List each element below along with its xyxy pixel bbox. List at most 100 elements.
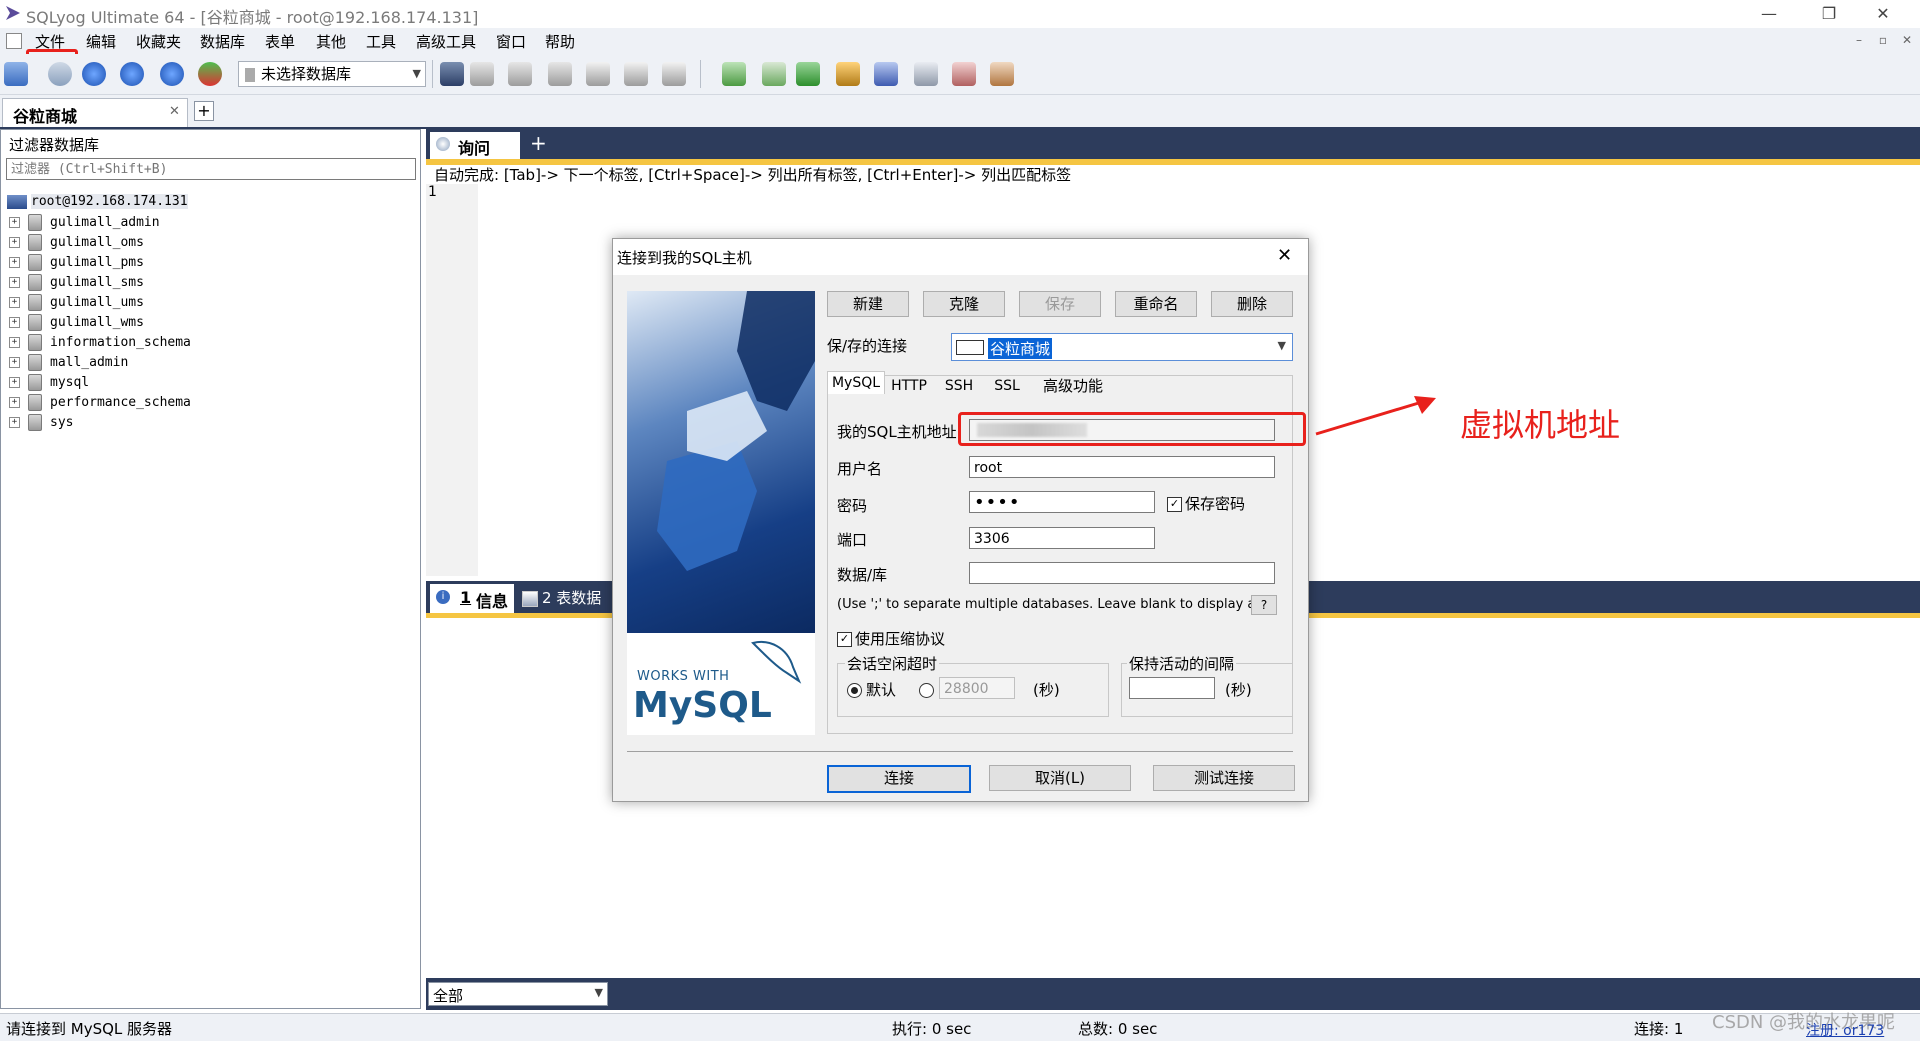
menu-other[interactable]: 其他 (316, 31, 346, 52)
expand-icon[interactable]: + (9, 357, 20, 368)
result-tab-info[interactable]: i 1 信息 (430, 584, 514, 613)
database-select[interactable]: 未选择数据库 ▼ (238, 61, 426, 87)
database-input[interactable] (969, 562, 1275, 584)
tree-root-server[interactable]: root@192.168.174.131 (7, 194, 188, 214)
connection-tab[interactable]: 谷粒商城 ✕ (2, 98, 188, 127)
host-label: 我的SQL主机地址 (837, 423, 957, 441)
expand-icon[interactable]: + (9, 337, 20, 348)
sync-icon[interactable] (796, 62, 820, 86)
add-connection-tab-button[interactable]: + (194, 101, 214, 121)
menu-favorites[interactable]: 收藏夹 (136, 31, 181, 52)
menu-tools[interactable]: 工具 (366, 31, 396, 52)
tab-ssh[interactable]: SSH (935, 375, 983, 397)
connect-button[interactable]: 连接 (827, 765, 971, 793)
expand-icon[interactable]: + (9, 417, 20, 428)
save-password-checkbox[interactable]: ✓ 保存密码 (1167, 493, 1245, 514)
tab-http[interactable]: HTTP (885, 375, 933, 397)
export-icon[interactable] (762, 62, 786, 86)
dolphin-icon (751, 641, 802, 684)
tree-database-item[interactable]: + gulimall_wms (9, 314, 144, 334)
username-input[interactable]: root (969, 456, 1275, 478)
tree-database-item[interactable]: + mall_admin (9, 354, 128, 374)
refresh-icon[interactable] (160, 62, 184, 86)
document-icon[interactable] (6, 33, 22, 49)
test-connection-button[interactable]: 测试连接 (1153, 765, 1295, 791)
tab-mysql[interactable]: MySQL (827, 371, 885, 394)
delete-connection-button[interactable]: 删除 (1211, 291, 1293, 317)
execute-all-icon[interactable] (120, 62, 144, 86)
cancel-button[interactable]: 取消(L) (989, 765, 1131, 791)
tree-database-item[interactable]: + sys (9, 414, 73, 434)
registration-link[interactable]: 注册: or173 (1806, 1020, 1884, 1040)
create-database-icon[interactable] (470, 62, 494, 86)
expand-icon[interactable]: + (9, 397, 20, 408)
restore-button[interactable]: ❐ (1806, 2, 1852, 26)
expand-icon[interactable]: + (9, 277, 20, 288)
result-tab-table-data[interactable]: 2 表数据 (522, 587, 601, 608)
tree-database-item[interactable]: + gulimall_pms (9, 254, 144, 274)
tree-database-item[interactable]: + performance_schema (9, 394, 191, 414)
result-filter-select[interactable]: 全部 ▼ (428, 982, 608, 1006)
add-query-tab-button[interactable]: + (530, 131, 547, 155)
menu-edit[interactable]: 编辑 (86, 31, 116, 52)
monitor-icon[interactable] (914, 62, 938, 86)
schema-sync-icon[interactable] (990, 62, 1014, 86)
timeout-input[interactable]: 28800 (939, 677, 1015, 699)
table-icon[interactable] (586, 62, 610, 86)
tree-database-item[interactable]: + gulimall_oms (9, 234, 144, 254)
schema-designer-icon[interactable] (198, 62, 222, 86)
compress-checkbox[interactable]: ✓ 使用压缩协议 (837, 628, 945, 649)
saved-connection-select[interactable]: 谷粒商城 ▼ (951, 333, 1293, 361)
menu-database[interactable]: 数据库 (200, 31, 245, 52)
mdi-restore-button[interactable]: ▫ (1874, 32, 1892, 48)
new-connection-icon[interactable] (4, 62, 28, 86)
table-schema-icon[interactable] (662, 62, 686, 86)
table-data-icon[interactable] (624, 62, 648, 86)
menu-table[interactable]: 表单 (265, 31, 295, 52)
close-tab-icon[interactable]: ✕ (169, 104, 180, 119)
save-connection-button[interactable]: 保存 (1019, 291, 1101, 317)
mdi-minimize-button[interactable]: – (1850, 32, 1868, 48)
minimize-button[interactable]: — (1746, 2, 1792, 26)
report-icon[interactable] (952, 62, 976, 86)
menu-window[interactable]: 窗口 (496, 31, 526, 52)
scheduler-icon[interactable] (874, 62, 898, 86)
expand-icon[interactable]: + (9, 237, 20, 248)
tree-database-item[interactable]: + mysql (9, 374, 89, 394)
keepalive-input[interactable] (1129, 677, 1215, 699)
tree-database-item[interactable]: + gulimall_ums (9, 294, 144, 314)
expand-icon[interactable]: + (9, 317, 20, 328)
user-manager-icon[interactable] (440, 62, 464, 86)
menu-advanced-tools[interactable]: 高级工具 (416, 31, 476, 52)
tab-ssl[interactable]: SSL (985, 375, 1029, 397)
custom-timeout-radio[interactable] (919, 681, 938, 699)
new-connection-button[interactable]: 新建 (827, 291, 909, 317)
execute-query-icon[interactable] (82, 62, 106, 86)
password-input[interactable]: •••• (969, 491, 1155, 513)
backup-database-icon[interactable] (508, 62, 532, 86)
expand-icon[interactable]: + (9, 217, 20, 228)
clone-connection-button[interactable]: 克隆 (923, 291, 1005, 317)
migration-icon[interactable] (836, 62, 860, 86)
filter-input[interactable] (6, 158, 416, 180)
tab-advanced[interactable]: 高级功能 (1033, 375, 1113, 397)
menu-help[interactable]: 帮助 (545, 31, 575, 52)
expand-icon[interactable]: + (9, 297, 20, 308)
mdi-close-button[interactable]: ✕ (1898, 32, 1916, 48)
tree-database-item[interactable]: + information_schema (9, 334, 191, 354)
dialog-close-button[interactable]: ✕ (1277, 245, 1292, 266)
import-icon[interactable] (722, 62, 746, 86)
query-tab[interactable]: 询问 (430, 132, 520, 159)
tree-root-label: root@192.168.174.131 (31, 194, 188, 209)
expand-icon[interactable]: + (9, 377, 20, 388)
new-query-icon[interactable] (48, 62, 72, 86)
tree-database-item[interactable]: + gulimall_admin (9, 214, 160, 234)
port-input[interactable]: 3306 (969, 527, 1155, 549)
rename-connection-button[interactable]: 重命名 (1115, 291, 1197, 317)
default-timeout-radio[interactable]: 默认 (847, 679, 896, 700)
close-window-button[interactable]: ✕ (1860, 2, 1906, 26)
tree-database-item[interactable]: + gulimall_sms (9, 274, 144, 294)
expand-icon[interactable]: + (9, 257, 20, 268)
restore-database-icon[interactable] (548, 62, 572, 86)
help-button[interactable]: ? (1251, 595, 1277, 615)
